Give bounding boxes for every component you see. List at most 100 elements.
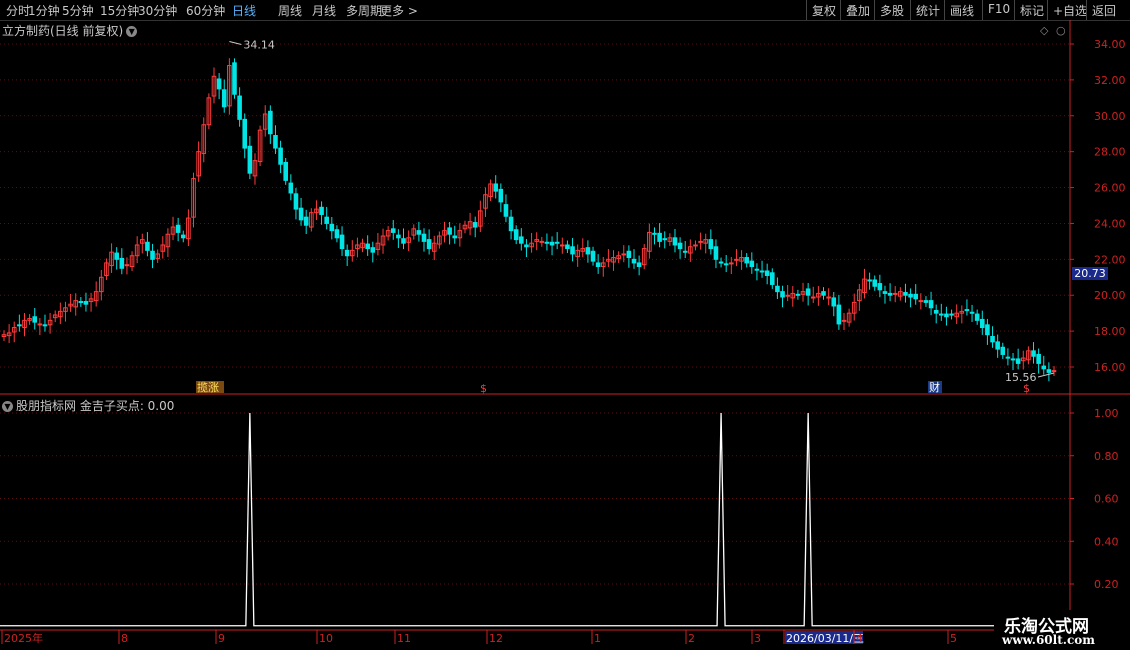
candle-body: [32, 316, 38, 323]
chevron-down-icon[interactable]: ▼: [2, 401, 13, 412]
candle-body: [344, 249, 350, 257]
candle-body: [309, 212, 314, 228]
indicator-title[interactable]: ▼ 股朋指标网 金吉子买点: 0.00: [2, 397, 174, 414]
y-tick-label: 26.00: [1094, 182, 1126, 195]
toolbar-separator: [1014, 0, 1015, 20]
date-label: 9: [218, 632, 225, 645]
candle-body: [114, 252, 119, 260]
y-tick-label: 20.00: [1094, 289, 1126, 302]
signal-line: [0, 412, 1054, 627]
candle-body: [201, 124, 207, 154]
candle-body: [175, 224, 181, 233]
date-label: 12: [489, 632, 503, 645]
candle-body: [349, 249, 355, 257]
period-tab[interactable]: 月线: [312, 2, 336, 19]
candle-body: [47, 319, 53, 326]
candle-body: [974, 313, 980, 321]
candle-body: [1046, 369, 1052, 373]
period-tab[interactable]: 周线: [278, 2, 302, 19]
candle-body: [99, 276, 104, 293]
period-tab[interactable]: 更多 >: [380, 2, 418, 19]
candle-body: [252, 160, 258, 177]
y-tick-label: 1.00: [1094, 407, 1119, 420]
candle-body: [677, 242, 683, 250]
candle-body: [913, 293, 919, 300]
candle-body: [493, 183, 499, 192]
period-tab[interactable]: 多周期: [346, 2, 382, 19]
toolbar-separator: [910, 0, 911, 20]
toolbar-button[interactable]: +自选: [1053, 2, 1087, 19]
period-tab[interactable]: 5分钟: [62, 2, 94, 19]
chart-title-text: 立方制药(日线 前复权): [2, 24, 124, 38]
candle-body: [964, 309, 970, 312]
candle-body: [134, 244, 140, 257]
y-tick-label: 0.80: [1094, 450, 1119, 463]
candle-body: [104, 262, 109, 276]
candle-body: [150, 250, 155, 260]
candle-body: [729, 262, 734, 265]
candle-body: [652, 232, 657, 235]
candle-body: [667, 237, 673, 242]
candle-body: [769, 272, 775, 285]
candle-body: [462, 224, 468, 230]
candle-body: [431, 242, 437, 252]
indicator-title-text: 股朋指标网 金吉子买点: 0.00: [16, 399, 175, 413]
y-tick-label: 24.00: [1094, 217, 1126, 230]
candle-body: [375, 242, 381, 250]
candle-body: [508, 216, 514, 232]
candle-body: [862, 278, 867, 294]
period-tab[interactable]: 30分钟: [138, 2, 177, 19]
candle-body: [11, 327, 17, 333]
marker-box: [928, 381, 942, 393]
toolbar-button[interactable]: F10: [988, 2, 1010, 16]
y-tick-label: 30.00: [1094, 110, 1126, 123]
candle-body: [191, 178, 196, 218]
date-label: 1: [594, 632, 601, 645]
candle-body: [959, 310, 965, 314]
period-tab[interactable]: 1分钟: [28, 2, 60, 19]
candle-body: [995, 341, 1000, 350]
toolbar-button[interactable]: 统计: [916, 2, 940, 19]
toolbar-button[interactable]: 返回: [1092, 2, 1116, 19]
candle-body: [380, 235, 386, 246]
period-tab[interactable]: 15分钟: [100, 2, 139, 19]
candle-body: [805, 288, 811, 296]
candle-body: [836, 304, 842, 325]
candle-body: [575, 249, 580, 258]
candle-body: [933, 309, 939, 314]
candle-body: [672, 237, 678, 246]
toolbar-button[interactable]: 叠加: [846, 2, 870, 19]
candle-body: [457, 230, 463, 239]
chevron-down-icon[interactable]: ▼: [126, 26, 138, 37]
period-tab[interactable]: 日线: [232, 2, 256, 19]
toolbar-button[interactable]: 标记: [1020, 2, 1044, 19]
candle-body: [83, 301, 89, 305]
candle-body: [744, 257, 749, 264]
circle-icon[interactable]: ○: [1056, 24, 1066, 37]
candle-body: [513, 229, 519, 241]
date-highlight: [785, 631, 863, 644]
diamond-icon[interactable]: ◇: [1040, 24, 1048, 37]
candle-body: [872, 279, 878, 287]
candle-body: [447, 227, 452, 235]
candle-body: [52, 314, 58, 319]
candle-body: [452, 235, 458, 239]
candle-body: [221, 89, 227, 108]
candle-body: [472, 222, 478, 228]
toolbar-button[interactable]: 多股: [880, 2, 904, 19]
marker-mid: $: [480, 382, 487, 395]
candle-body: [570, 246, 575, 255]
period-tab[interactable]: 分时: [6, 2, 30, 19]
candle-body: [160, 244, 166, 252]
y-tick-label: 28.00: [1094, 146, 1126, 159]
period-tab[interactable]: 60分钟: [186, 2, 225, 19]
candle-body: [887, 292, 893, 296]
candle-body: [17, 324, 22, 327]
toolbar-button[interactable]: 复权: [812, 2, 836, 19]
high-annotation: 34.14: [243, 38, 274, 51]
y-tick-label: 0.20: [1094, 578, 1119, 591]
candle-body: [1020, 357, 1026, 362]
main-chart-title[interactable]: 立方制药(日线 前复权) ▼: [2, 22, 138, 39]
toolbar-button[interactable]: 画线: [950, 2, 974, 19]
kline-chart[interactable]: 34.00 32.00 30.00 28.00 26.00 24.00 22.00 20.00…: [0, 0, 1130, 650]
